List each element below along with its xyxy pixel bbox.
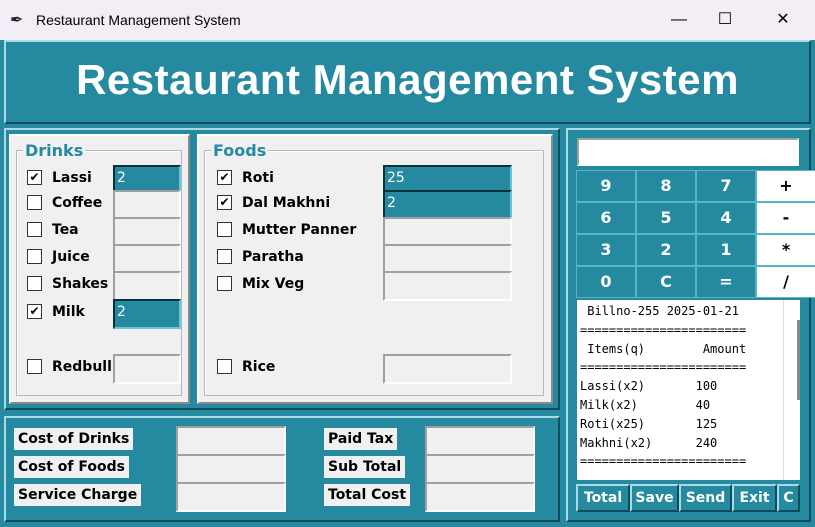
drink-item-shakes[interactable]: Shakes: [27, 275, 109, 296]
food-qty-mutter-panner[interactable]: [383, 217, 512, 247]
drink-item-lassi[interactable]: ✔ Lassi: [27, 169, 92, 190]
drink-qty-milk[interactable]: 2: [113, 299, 181, 329]
checkbox[interactable]: [27, 194, 42, 210]
foods-legend: Foods: [211, 141, 269, 160]
item-label: Tea: [52, 222, 79, 238]
checkbox[interactable]: [217, 358, 232, 374]
item-label: Juice: [52, 249, 90, 265]
calc-key-multiply[interactable]: *: [756, 234, 815, 266]
service-charge-field[interactable]: [176, 482, 286, 512]
checkbox[interactable]: [217, 248, 232, 264]
drink-item-redbull[interactable]: Redbull: [27, 358, 112, 379]
total-button[interactable]: Total: [576, 484, 630, 512]
checkbox[interactable]: ✔: [217, 169, 232, 185]
sub-total-field[interactable]: [425, 454, 535, 484]
cost-of-drinks-field[interactable]: [176, 426, 286, 456]
calc-key-divide[interactable]: /: [756, 266, 815, 298]
calc-key-8[interactable]: 8: [636, 170, 696, 202]
checkbox[interactable]: [27, 221, 42, 237]
window-titlebar: ✒ Restaurant Management System — ☐ ✕: [0, 0, 815, 40]
item-label: Paratha: [242, 249, 304, 265]
checkbox[interactable]: ✔: [27, 169, 42, 185]
food-item-rice[interactable]: Rice: [217, 358, 276, 379]
paid-tax-label: Paid Tax: [324, 428, 398, 450]
calc-key-6[interactable]: 6: [576, 202, 636, 234]
calc-key-0[interactable]: 0: [576, 266, 636, 298]
save-button[interactable]: Save: [630, 484, 679, 512]
food-item-mix-veg[interactable]: Mix Veg: [217, 275, 305, 296]
item-label: Milk: [52, 304, 85, 320]
checkbox[interactable]: [27, 275, 42, 291]
item-label: Mutter Panner: [242, 222, 357, 238]
calc-key-clear[interactable]: C: [636, 266, 696, 298]
checkbox[interactable]: [27, 248, 42, 264]
page-title: Restaurant Management System: [76, 56, 739, 103]
drinks-panel: Drinks ✔ Lassi 2 Coffee Tea Juice Shakes ✔ Milk 2…: [9, 134, 190, 404]
calc-key-9[interactable]: 9: [576, 170, 636, 202]
feather-icon: ✒: [10, 12, 24, 29]
drink-qty-coffee[interactable]: [113, 190, 181, 220]
checkbox[interactable]: [27, 358, 42, 374]
cost-of-foods-field[interactable]: [176, 454, 286, 484]
food-qty-rice[interactable]: [383, 354, 512, 384]
item-label: Roti: [242, 170, 274, 186]
send-button[interactable]: Send: [679, 484, 732, 512]
food-qty-mix-veg[interactable]: [383, 271, 512, 301]
item-label: Redbull: [52, 359, 112, 375]
calc-key-7[interactable]: 7: [696, 170, 756, 202]
drink-qty-juice[interactable]: [113, 244, 181, 274]
checkbox[interactable]: [217, 275, 232, 291]
food-qty-paratha[interactable]: [383, 244, 512, 274]
food-qty-dal-makhni[interactable]: 2: [383, 190, 512, 220]
paid-tax-field[interactable]: [425, 426, 535, 456]
receipt-content: Billno-255 2025-01-21 ==================…: [580, 304, 747, 469]
item-label: Shakes: [52, 276, 109, 292]
foods-panel: Foods ✔ Roti 25 ✔ Dal Makhni 2 Mutter Panner Pa…: [197, 134, 553, 404]
item-label: Mix Veg: [242, 276, 305, 292]
food-item-dal-makhni[interactable]: ✔ Dal Makhni: [217, 194, 331, 215]
drink-item-tea[interactable]: Tea: [27, 221, 79, 242]
calc-key-5[interactable]: 5: [636, 202, 696, 234]
service-charge-label: Service Charge: [14, 484, 142, 506]
food-item-paratha[interactable]: Paratha: [217, 248, 304, 269]
calc-key-equals[interactable]: =: [696, 266, 756, 298]
drink-item-coffee[interactable]: Coffee: [27, 194, 103, 215]
total-cost-field[interactable]: [425, 482, 535, 512]
drink-item-milk[interactable]: ✔ Milk: [27, 303, 85, 324]
receipt-text[interactable]: Billno-255 2025-01-21 ==================…: [577, 300, 783, 480]
checkbox[interactable]: ✔: [27, 303, 42, 319]
calculator-display[interactable]: [577, 138, 799, 166]
drinks-legend: Drinks: [23, 141, 86, 160]
calc-key-2[interactable]: 2: [636, 234, 696, 266]
sub-total-label: Sub Total: [324, 456, 406, 478]
minimize-button[interactable]: —: [656, 6, 702, 34]
window-title: Restaurant Management System: [36, 12, 241, 28]
clear-button[interactable]: C: [777, 484, 800, 512]
calc-key-minus[interactable]: -: [756, 202, 815, 234]
item-label: Coffee: [52, 195, 103, 211]
checkbox[interactable]: ✔: [217, 194, 232, 210]
drink-qty-shakes[interactable]: [113, 271, 181, 301]
drink-qty-tea[interactable]: [113, 217, 181, 247]
calc-key-4[interactable]: 4: [696, 202, 756, 234]
drink-qty-redbull[interactable]: [113, 354, 181, 384]
cost-of-drinks-label: Cost of Drinks: [14, 428, 134, 450]
close-button[interactable]: ✕: [760, 6, 806, 34]
maximize-button[interactable]: ☐: [702, 6, 748, 34]
item-label: Dal Makhni: [242, 195, 331, 211]
header-banner: Restaurant Management System: [4, 40, 811, 124]
total-cost-label: Total Cost: [324, 484, 411, 506]
item-label: Rice: [242, 359, 276, 375]
receipt-scrollbar[interactable]: [783, 300, 800, 480]
food-item-mutter-panner[interactable]: Mutter Panner: [217, 221, 357, 242]
checkbox[interactable]: [217, 221, 232, 237]
drink-item-juice[interactable]: Juice: [27, 248, 90, 269]
cost-of-foods-label: Cost of Foods: [14, 456, 129, 478]
exit-button[interactable]: Exit: [732, 484, 777, 512]
calc-key-3[interactable]: 3: [576, 234, 636, 266]
calc-key-plus[interactable]: +: [756, 170, 815, 202]
item-label: Lassi: [52, 170, 92, 186]
calc-key-1[interactable]: 1: [696, 234, 756, 266]
food-item-roti[interactable]: ✔ Roti: [217, 169, 274, 190]
